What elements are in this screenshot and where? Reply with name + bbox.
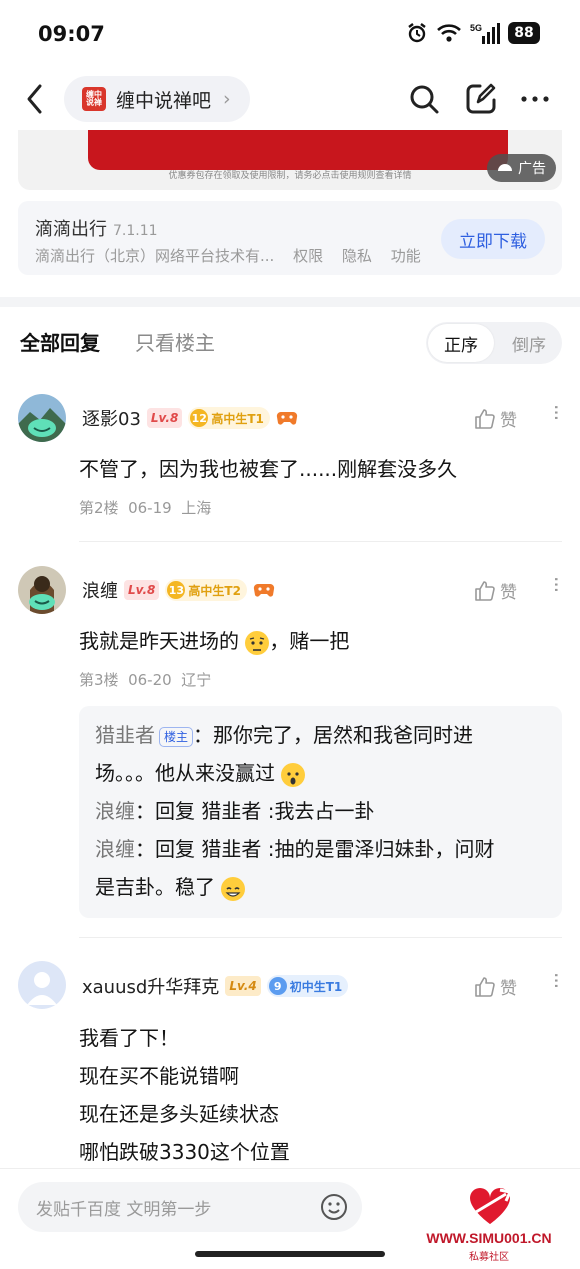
watermark-sub: 私募社区 <box>469 1252 509 1263</box>
watermark-url: WWW.SIMU001.CN <box>426 1230 552 1246</box>
download-button[interactable]: 立即下载 <box>441 219 545 259</box>
avatar[interactable] <box>18 566 66 614</box>
tab-op-only[interactable]: 只看楼主 <box>135 327 215 356</box>
ad-tag[interactable]: 广告 <box>487 154 556 182</box>
thinking-emoji-icon <box>245 630 270 655</box>
ad-image <box>88 130 508 170</box>
reply-author[interactable]: 浪缠 <box>95 799 135 823</box>
post-more-icon[interactable]: ··· <box>544 576 568 592</box>
watermark: WWW.SIMU001.CN 私募社区 <box>404 1180 574 1266</box>
avatar-image <box>18 566 66 614</box>
thumbs-up-icon <box>475 580 495 601</box>
username[interactable]: 逐影03 <box>82 405 141 431</box>
level-badge: Lv.8 <box>124 580 160 600</box>
post-meta: 第3楼 06-20 辽宁 <box>79 671 212 689</box>
nav-bar: 缠中说禅 缠中说禅吧 › <box>0 70 580 130</box>
app-link-privacy[interactable]: 隐私 <box>342 247 372 265</box>
app-company: 滴滴出行（北京）网络平台技术有... <box>35 247 275 265</box>
like-button[interactable]: 赞 <box>474 974 517 999</box>
wifi-icon <box>437 24 461 42</box>
forum-logo: 缠中说禅 <box>82 87 106 111</box>
username[interactable]: xauusd升华拜克 <box>82 973 219 999</box>
app-info: 滴滴出行（北京）网络平台技术有... 权限 隐私 功能 <box>35 245 435 266</box>
post-divider <box>79 541 562 542</box>
home-indicator[interactable] <box>195 1251 385 1257</box>
chevron-right-icon: › <box>223 88 231 110</box>
cellular-signal-icon: 5G <box>470 23 500 44</box>
avatar[interactable] <box>18 394 66 442</box>
gamepad-icon <box>253 583 275 597</box>
emoji-picker-icon[interactable] <box>320 1193 348 1221</box>
post-content: 我看了下！ 现在买不能说错啊 现在还是多头延续状态 哪怕跌破3330这个位置 <box>79 1026 290 1164</box>
forum-pill[interactable]: 缠中说禅 缠中说禅吧 › <box>64 76 250 122</box>
reply-input-placeholder: 发贴千百度 文明第一步 <box>36 1199 212 1220</box>
host-tag: 楼主 <box>159 726 194 747</box>
post-more-icon[interactable]: ··· <box>544 404 568 420</box>
rank-badge: 9 初中生T1 <box>266 975 349 997</box>
ad-banner[interactable]: 优惠券包存在领取及使用限制，请务必点击使用规则查看详情 广告 <box>18 130 562 190</box>
sort-toggle: 正序 倒序 <box>426 322 562 364</box>
search-icon[interactable] <box>408 82 440 116</box>
reply-author[interactable]: 浪缠 <box>95 837 135 861</box>
post-meta: 第2楼 06-19 上海 <box>79 499 212 517</box>
username[interactable]: 浪缠 <box>82 577 118 603</box>
sort-desc-button[interactable]: 倒序 <box>496 324 562 362</box>
more-icon[interactable] <box>520 82 550 116</box>
rank-badge: 12 高中生T1 <box>188 407 270 429</box>
watermark-logo-icon <box>465 1188 513 1224</box>
alarm-icon <box>408 23 426 43</box>
post-user-row: xauusd升华拜克 Lv.4 9 初中生T1 <box>82 973 349 999</box>
thumbs-up-icon <box>475 976 495 997</box>
section-divider <box>0 297 580 307</box>
grin-emoji-icon <box>221 876 246 901</box>
level-badge: Lv.8 <box>146 408 183 428</box>
app-name: 滴滴出行 <box>35 219 107 240</box>
edit-post-icon[interactable] <box>464 82 496 116</box>
post-more-icon[interactable]: ··· <box>544 972 568 988</box>
avatar[interactable] <box>18 961 66 1009</box>
reply-author[interactable]: 猎韭者 <box>95 723 155 747</box>
rank-badge: 13 高中生T2 <box>165 579 247 601</box>
app-link-features[interactable]: 功能 <box>391 247 421 265</box>
sort-asc-button[interactable]: 正序 <box>428 324 494 362</box>
level-badge: Lv.4 <box>225 976 261 996</box>
app-version: 7.1.11 <box>113 223 158 239</box>
sub-reply: 浪缠：回复 猎韭者 :我去占一卦 <box>95 799 375 823</box>
like-button[interactable]: 赞 <box>474 578 517 603</box>
post-divider <box>79 937 562 938</box>
avatar-image <box>18 394 66 442</box>
default-avatar-icon <box>18 961 66 1009</box>
sub-reply: 猎韭者 楼主 ：那你完了，居然和我爸同时进 场。。。他从来没赢过 <box>95 723 474 787</box>
reply-input[interactable]: 发贴千百度 文明第一步 <box>18 1182 362 1232</box>
sub-reply: 浪缠：回复 猎韭者 :抽的是雷泽归妹卦，问财 是吉卦。稳了 <box>95 837 495 901</box>
svg-text:5G: 5G <box>470 23 482 33</box>
thumbs-up-icon <box>475 408 495 429</box>
status-icons: 5G 88 <box>406 22 540 44</box>
post-content: 我就是昨天进场的 ，赌一把 <box>79 629 350 655</box>
scream-emoji-icon <box>281 762 306 787</box>
sub-replies[interactable]: 猎韭者 楼主 ：那你完了，居然和我爸同时进 场。。。他从来没赢过 浪缠：回复 猎韭者… <box>79 706 562 918</box>
ad-logo-icon <box>498 164 512 171</box>
app-link-permissions[interactable]: 权限 <box>293 247 323 265</box>
gamepad-icon <box>276 411 297 425</box>
post-user-row: 浪缠 Lv.8 13 高中生T2 <box>82 577 275 603</box>
ad-app-card[interactable]: 滴滴出行 7.1.11 滴滴出行（北京）网络平台技术有... 权限 隐私 功能 立… <box>18 201 562 275</box>
forum-name: 缠中说禅吧 <box>116 89 212 112</box>
back-icon[interactable] <box>22 82 50 116</box>
post-content: 不管了，因为我也被套了......刚解套没多久 <box>79 457 458 481</box>
post-user-row: 逐影03 Lv.8 12 高中生T1 <box>82 405 298 431</box>
like-button[interactable]: 赞 <box>474 406 517 431</box>
ad-fine-print: 优惠券包存在领取及使用限制，请务必点击使用规则查看详情 <box>168 171 412 181</box>
tab-all-replies[interactable]: 全部回复 <box>20 327 100 356</box>
status-time: 09:07 <box>38 22 105 46</box>
battery-indicator: 88 <box>508 22 540 44</box>
